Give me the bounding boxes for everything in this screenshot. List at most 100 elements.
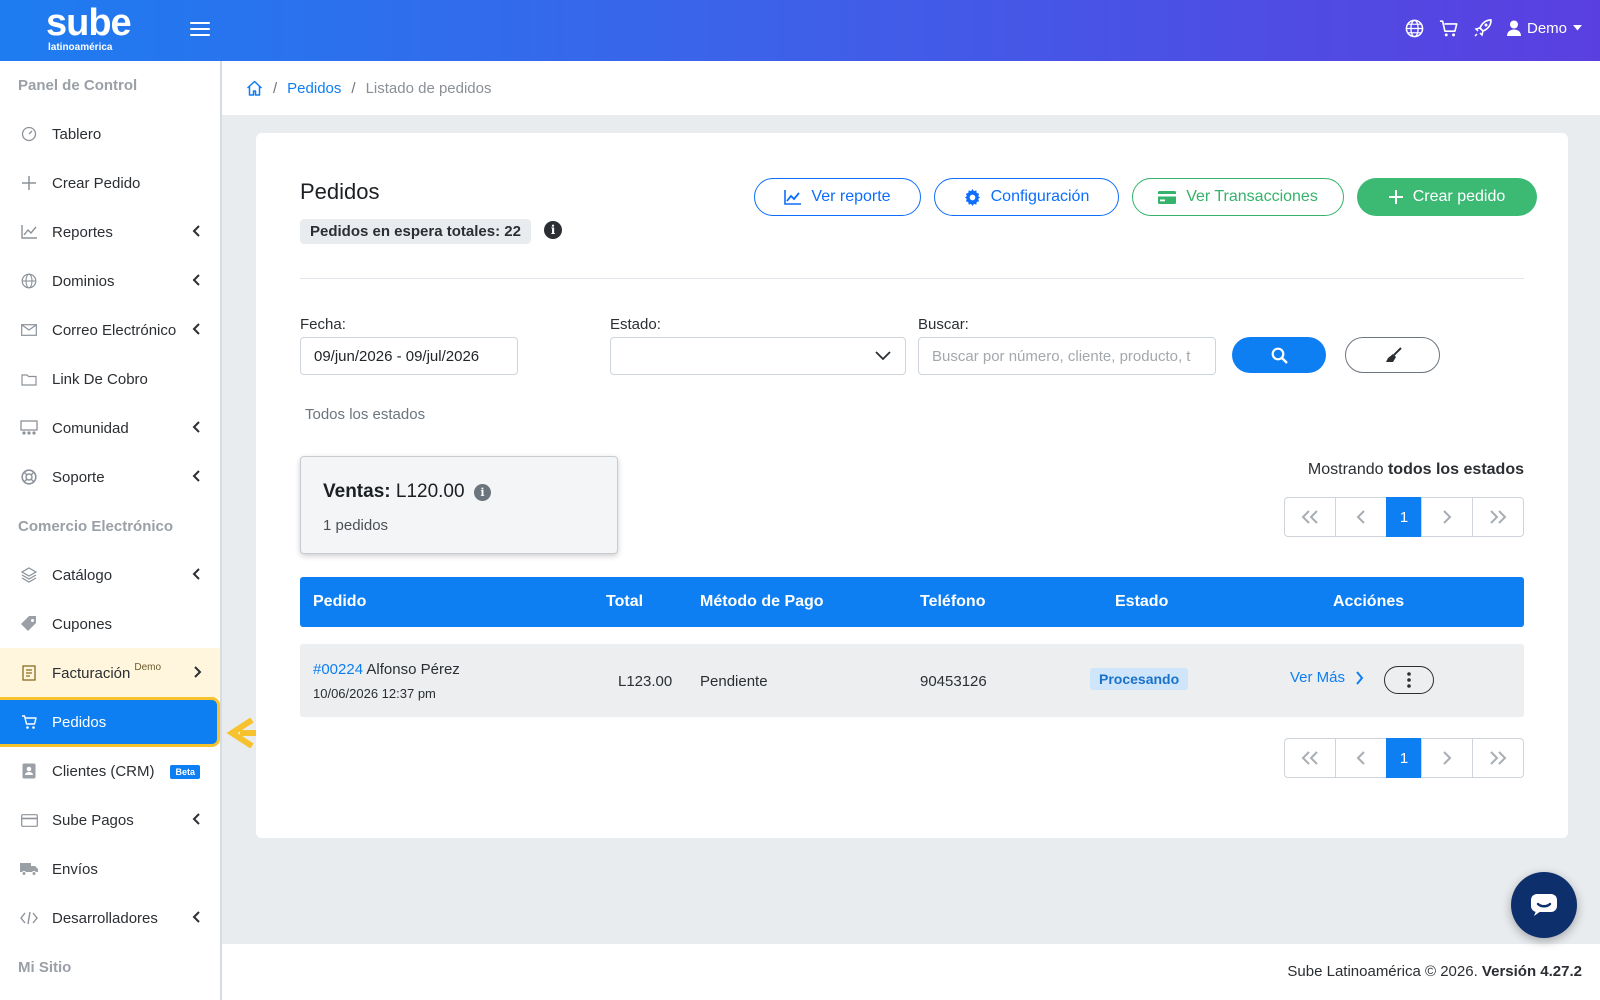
chat-icon — [1531, 894, 1557, 916]
menu-toggle-icon[interactable] — [190, 22, 210, 38]
sidebar-item-label: Tablero — [52, 125, 102, 143]
view-more-link[interactable]: Ver Más — [1290, 669, 1364, 686]
card-icon — [20, 811, 38, 829]
search-icon — [1271, 347, 1288, 364]
sidebar-item-cupones[interactable]: Cupones — [0, 599, 220, 649]
payment-method: Pendiente — [700, 673, 768, 690]
next-page-button[interactable] — [1421, 497, 1473, 537]
demo-tag: Demo — [134, 661, 162, 673]
info-icon[interactable]: i — [544, 221, 562, 239]
sidebar-item-label: Crear Pedido — [52, 174, 141, 192]
chevron-left-icon — [192, 470, 200, 482]
top-navbar: sube latinoamérica Demo — [0, 0, 1600, 61]
sidebar-item-envios[interactable]: Envíos — [0, 844, 220, 894]
first-page-button[interactable] — [1284, 497, 1336, 537]
logo-subtitle: latinoamérica — [48, 42, 113, 53]
sidebar-section-title: Panel de Control — [18, 77, 138, 94]
first-page-button[interactable] — [1284, 738, 1336, 778]
sidebar-item-crear-pedido[interactable]: Crear Pedido — [0, 158, 220, 208]
last-page-button[interactable] — [1472, 497, 1524, 537]
prev-page-button[interactable] — [1335, 497, 1387, 537]
chevron-left-icon — [192, 568, 200, 580]
all-states-text: Todos los estados — [305, 406, 426, 423]
sidebar-item-label: Soporte — [52, 468, 105, 486]
gear-icon — [964, 188, 980, 206]
sales-value: L120.00 — [395, 481, 465, 502]
status-select[interactable] — [610, 337, 906, 375]
last-page-button[interactable] — [1472, 738, 1524, 778]
footer: Sube Latinoamérica © 2026. Versión 4.27.… — [222, 944, 1600, 1000]
rocket-icon[interactable] — [1473, 18, 1493, 38]
view-transactions-label: Ver Transacciones — [1186, 188, 1318, 205]
chevron-left-icon — [192, 421, 200, 433]
row-actions-menu-button[interactable] — [1384, 666, 1434, 694]
view-transactions-button[interactable]: Ver Transacciones — [1132, 178, 1344, 216]
table-row: #00224 Alfonso Pérez 10/06/2026 12:37 pm… — [300, 644, 1524, 717]
prev-page-button[interactable] — [1335, 738, 1387, 778]
double-chevron-left-icon — [1301, 510, 1318, 524]
sidebar-item-dominios[interactable]: Dominios — [0, 256, 220, 306]
brand-logo[interactable]: sube latinoamérica — [46, 2, 132, 54]
sidebar-item-reportes[interactable]: Reportes — [0, 207, 220, 257]
sidebar-item-comunidad[interactable]: Comunidad — [0, 403, 220, 453]
cart-icon[interactable] — [1439, 18, 1459, 38]
footer-copyright: Sube Latinoamérica © 2026. — [1287, 963, 1478, 980]
logo-word: sube — [46, 2, 132, 44]
page-1-button[interactable]: 1 — [1386, 497, 1422, 537]
settings-button[interactable]: Configuración — [934, 178, 1119, 216]
beta-badge: Beta — [170, 765, 200, 779]
chevron-left-icon — [192, 323, 200, 335]
user-menu[interactable]: Demo — [1506, 19, 1582, 37]
sidebar: Panel de Control Tablero Crear Pedido Re… — [0, 61, 222, 1000]
chart-icon — [20, 223, 38, 241]
mail-icon — [20, 321, 38, 339]
info-icon[interactable]: i — [474, 484, 491, 501]
globe-icon[interactable] — [1405, 18, 1425, 38]
date-range-input[interactable]: 09/jun/2026 - 09/jul/2026 — [300, 337, 518, 375]
cart-icon — [20, 713, 38, 731]
sidebar-item-tablero[interactable]: Tablero — [0, 109, 220, 159]
sidebar-item-catalogo[interactable]: Catálogo — [0, 550, 220, 600]
order-number-link[interactable]: #00224 — [313, 661, 363, 678]
page-1-button[interactable]: 1 — [1386, 738, 1422, 778]
breadcrumb-link-pedidos[interactable]: Pedidos — [287, 80, 341, 97]
sidebar-item-pedidos[interactable]: Pedidos — [0, 697, 220, 747]
user-name: Demo — [1526, 19, 1567, 37]
chevron-left-icon — [1356, 751, 1365, 765]
sidebar-item-sube-pagos[interactable]: Sube Pagos — [0, 795, 220, 845]
pagination-top: 1 — [1284, 497, 1524, 537]
breadcrumb-separator: / — [273, 79, 278, 97]
user-icon — [1506, 20, 1521, 36]
clear-filters-button[interactable] — [1345, 337, 1440, 373]
chevron-left-icon — [1356, 510, 1365, 524]
order-cell: #00224 Alfonso Pérez — [313, 661, 460, 678]
search-input[interactable]: Buscar por número, cliente, producto, t — [918, 337, 1216, 375]
chat-widget-button[interactable] — [1511, 872, 1577, 938]
community-icon — [20, 419, 38, 437]
sidebar-item-correo[interactable]: Correo Electrónico — [0, 305, 220, 355]
sidebar-item-label: Desarrolladores — [52, 909, 158, 927]
footer-version: Versión 4.27.2 — [1481, 963, 1582, 980]
sales-total: Ventas: L120.00 — [323, 481, 465, 503]
chevron-left-icon — [192, 813, 200, 825]
breadcrumb-current: Listado de pedidos — [365, 79, 492, 97]
next-page-button[interactable] — [1421, 738, 1473, 778]
chart-line-icon — [784, 189, 802, 205]
chevron-left-icon — [192, 225, 200, 237]
truck-icon — [20, 860, 38, 878]
sidebar-item-label: Correo Electrónico — [52, 321, 177, 339]
sidebar-item-label: Link De Cobro — [52, 370, 148, 388]
view-report-button[interactable]: Ver reporte — [754, 178, 921, 216]
divider — [300, 278, 1524, 279]
sidebar-item-facturacion[interactable]: Facturación Demo — [0, 648, 220, 698]
sales-label: Ventas: — [323, 481, 391, 502]
home-icon[interactable] — [246, 80, 263, 96]
search-button[interactable] — [1232, 337, 1326, 373]
broom-icon — [1385, 347, 1402, 362]
sidebar-item-link-de-cobro[interactable]: Link De Cobro — [0, 354, 220, 404]
chevron-left-icon — [192, 911, 200, 923]
sidebar-item-clientes[interactable]: Clientes (CRM) Beta — [0, 746, 220, 796]
sidebar-item-soporte[interactable]: Soporte — [0, 452, 220, 502]
create-order-button[interactable]: Crear pedido — [1357, 178, 1537, 216]
sidebar-item-desarrolladores[interactable]: Desarrolladores — [0, 893, 220, 943]
